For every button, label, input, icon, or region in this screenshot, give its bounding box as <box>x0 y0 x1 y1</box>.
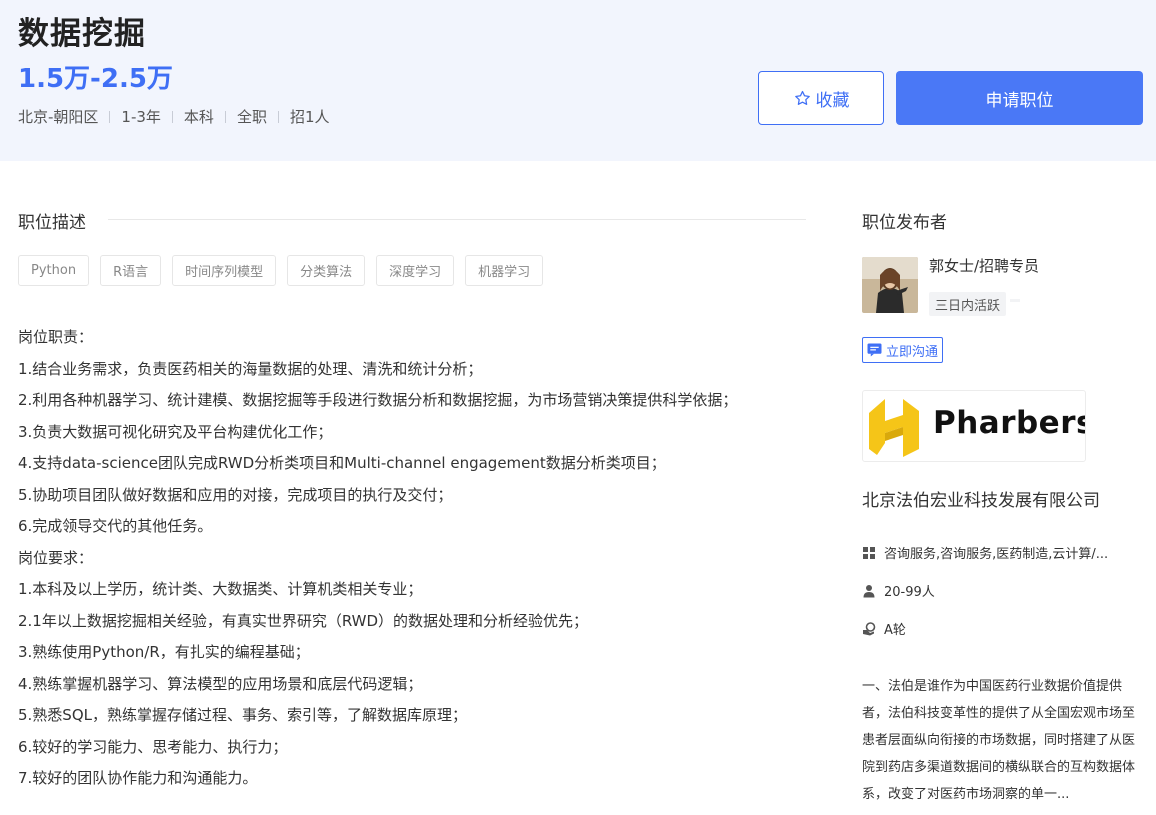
job-header: 数据挖掘 1.5万-2.5万 北京-朝阳区 1-3年 本科 全职 招1人 收藏 … <box>0 0 1156 161</box>
company-name[interactable]: 北京法伯宏业科技发展有限公司 <box>862 486 1100 511</box>
description-line: 6.较好的学习能力、思考能力、执行力； <box>18 737 288 756</box>
job-title: 数据挖掘 <box>18 16 146 52</box>
apply-button[interactable]: 申请职位 <box>896 71 1143 125</box>
company-funding: A轮 <box>862 619 906 638</box>
description-line: 4.熟练掌握机器学习、算法模型的应用场景和底层代码逻辑； <box>18 674 423 693</box>
company-industry-text: 咨询服务,咨询服务,医药制造,云计算/... <box>884 547 1109 562</box>
star-icon <box>794 90 810 105</box>
job-meta: 北京-朝阳区 1-3年 本科 全职 招1人 <box>18 106 330 127</box>
job-salary: 1.5万-2.5万 <box>18 64 173 94</box>
description-section-title: 职位描述 <box>18 213 86 233</box>
description-line: 3.负责大数据可视化研究及平台构建优化工作； <box>18 422 333 441</box>
funding-icon <box>863 621 876 635</box>
publisher-name: 郭女士/招聘专员 <box>929 257 1040 275</box>
meta-divider <box>224 110 226 123</box>
company-funding-text: A轮 <box>884 623 906 638</box>
chat-now-button[interactable]: 立即沟通 <box>862 337 943 363</box>
description-line: 2.利用各种机器学习、统计建模、数据挖掘等手段进行数据分析和数据挖掘，为市场营销… <box>18 391 738 409</box>
grid-icon <box>863 546 875 559</box>
description-line: 2.1年以上数据挖掘相关经验，有真实世界研究（RWD）的数据处理和分析经验优先； <box>18 611 589 630</box>
description-line: 岗位要求： <box>18 548 94 567</box>
description-line: 7.较好的团队协作能力和沟通能力。 <box>18 769 258 787</box>
company-logo[interactable]: Pharbers <box>862 390 1086 462</box>
description-line: 1.结合业务需求，负责医药相关的海量数据的处理、清洗和统计分析； <box>18 359 483 378</box>
skill-tags: Python R语言 时间序列模型 分类算法 深度学习 机器学习 <box>18 255 544 286</box>
skill-tag: 深度学习 <box>376 255 455 286</box>
description-line: 4.支持data-science团队完成RWD分析类项目和Multi-chann… <box>18 454 666 472</box>
description-line: 6.完成领导交代的其他任务。 <box>18 517 213 535</box>
meta-divider <box>277 110 279 123</box>
publisher-section-title: 职位发布者 <box>862 213 947 233</box>
company-industry: 咨询服务,咨询服务,医药制造,云计算/... <box>862 543 1108 562</box>
description-line: 1.本科及以上学历，统计类、大数据类、计算机类相关专业； <box>18 580 423 598</box>
meta-divider <box>171 110 173 123</box>
skill-tag: Python <box>18 255 90 286</box>
description-line: 3.熟练使用Python/R，有扎实的编程基础； <box>18 643 310 661</box>
skill-tag: 时间序列模型 <box>172 255 277 286</box>
pharbers-logo-mark <box>869 399 919 457</box>
meta-divider <box>109 110 111 123</box>
person-icon <box>863 584 875 597</box>
company-logo-text: Pharbers <box>933 405 1086 441</box>
job-headcount: 招1人 <box>289 108 330 126</box>
company-intro: 一、法伯是谁作为中国医药行业数据价值提供者，法伯科技变革性的提供了从全国宏观市场… <box>862 679 1136 802</box>
skill-tag: R语言 <box>100 255 162 286</box>
section-divider <box>108 219 806 220</box>
favorite-button[interactable]: 收藏 <box>758 71 884 125</box>
job-education: 本科 <box>183 108 214 126</box>
skill-tag: 机器学习 <box>465 255 544 286</box>
company-size-text: 20-99人 <box>884 585 935 600</box>
skill-tag: 分类算法 <box>287 255 366 286</box>
chat-icon <box>867 343 882 357</box>
job-description: 岗位职责： 1.结合业务需求，负责医药相关的海量数据的处理、清洗和统计分析； 2… <box>18 322 808 795</box>
description-line: 5.协助项目团队做好数据和应用的对接，完成项目的执行及交付； <box>18 485 453 504</box>
company-size: 20-99人 <box>862 581 935 600</box>
description-line: 5.熟悉SQL，熟练掌握存储过程、事务、索引等，了解数据库原理； <box>18 706 467 724</box>
avatar[interactable] <box>862 257 918 313</box>
chat-now-label: 立即沟通 <box>885 344 938 360</box>
avatar-photo <box>862 257 918 313</box>
job-type: 全职 <box>236 108 267 126</box>
description-line: 岗位职责： <box>18 328 94 346</box>
favorite-label: 收藏 <box>815 90 850 111</box>
job-location: 北京-朝阳区 <box>18 108 99 126</box>
active-status-badge: 三日内活跃 <box>929 292 1021 316</box>
job-experience: 1-3年 <box>121 108 161 126</box>
